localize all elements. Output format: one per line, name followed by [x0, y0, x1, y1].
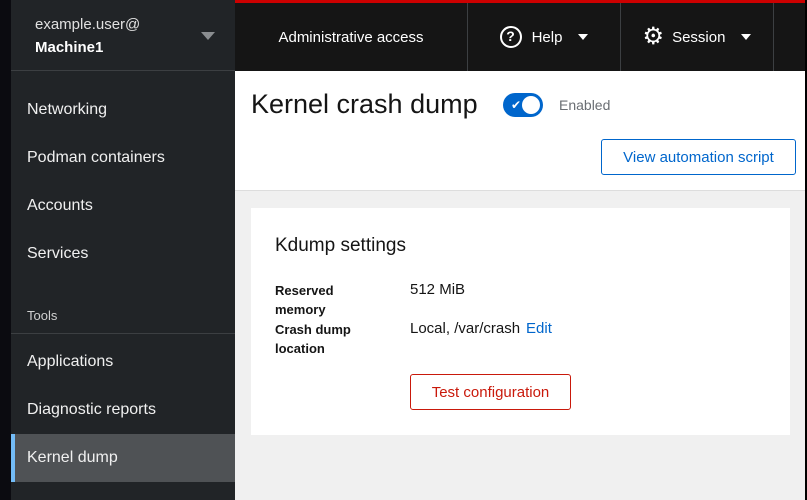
caret-down-icon: [578, 34, 589, 40]
help-menu[interactable]: ? Help: [467, 3, 620, 71]
sidebar-item-services[interactable]: Services: [11, 230, 235, 278]
crash-dump-location-label: Crash dump location: [275, 322, 351, 356]
sidebar-item-accounts[interactable]: Accounts: [11, 182, 235, 230]
sidebar-item-diagnostic-reports[interactable]: Diagnostic reports: [11, 386, 235, 434]
sidebar-item-kernel-dump[interactable]: Kernel dump: [11, 434, 235, 482]
host-switcher[interactable]: example.user@ Machine1: [11, 0, 235, 71]
reserved-memory-value: 512 MiB: [410, 281, 466, 298]
caret-down-icon: [201, 32, 215, 40]
session-label: Session: [672, 28, 726, 46]
view-automation-script-button[interactable]: View automation script: [601, 139, 796, 175]
sidebar-item-podman[interactable]: Podman containers: [11, 134, 235, 182]
left-edge: [0, 0, 11, 500]
sidebar: example.user@ Machine1 Networking Podman…: [11, 0, 235, 500]
session-menu[interactable]: ⚙ Session: [620, 3, 773, 71]
kdump-enabled-toggle[interactable]: ✔: [503, 93, 543, 117]
top-bar: Administrative access ? Help ⚙ Session: [235, 0, 805, 71]
caret-down-icon: [741, 34, 752, 40]
host-user: example.user@: [35, 16, 141, 33]
edit-location-link[interactable]: Edit: [526, 320, 552, 337]
kdump-settings-card: Kdump settings Reserved memory 512 MiB C…: [251, 208, 790, 435]
page-title: Kernel crash dump: [251, 89, 478, 119]
main-content: Kernel crash dump ✔ Enabled View automat…: [235, 71, 805, 500]
page-header: Kernel crash dump ✔ Enabled View automat…: [235, 71, 805, 191]
crash-dump-location-value: Local, /var/crash: [410, 320, 521, 337]
sidebar-item-applications[interactable]: Applications: [11, 338, 235, 386]
sidebar-item-networking[interactable]: Networking: [11, 86, 235, 134]
sidebar-section-tools: Tools: [11, 278, 235, 334]
crash-dump-location: Local, /var/crash Edit: [410, 320, 552, 337]
toggle-knob: [522, 96, 540, 114]
status-text: Enabled: [559, 97, 611, 113]
help-icon: ?: [499, 26, 522, 48]
topbar-divider: [773, 3, 805, 71]
help-label: Help: [531, 28, 563, 46]
administrative-access-label: Administrative access: [278, 28, 424, 46]
gear-icon: ⚙: [642, 23, 665, 50]
card-title: Kdump settings: [275, 235, 406, 256]
reserved-memory-label: Reserved memory: [275, 283, 334, 317]
administrative-access-button[interactable]: Administrative access: [235, 3, 467, 71]
test-configuration-button[interactable]: Test configuration: [410, 374, 571, 410]
check-icon: ✔: [511, 98, 522, 112]
host-machine: Machine1: [35, 39, 104, 56]
